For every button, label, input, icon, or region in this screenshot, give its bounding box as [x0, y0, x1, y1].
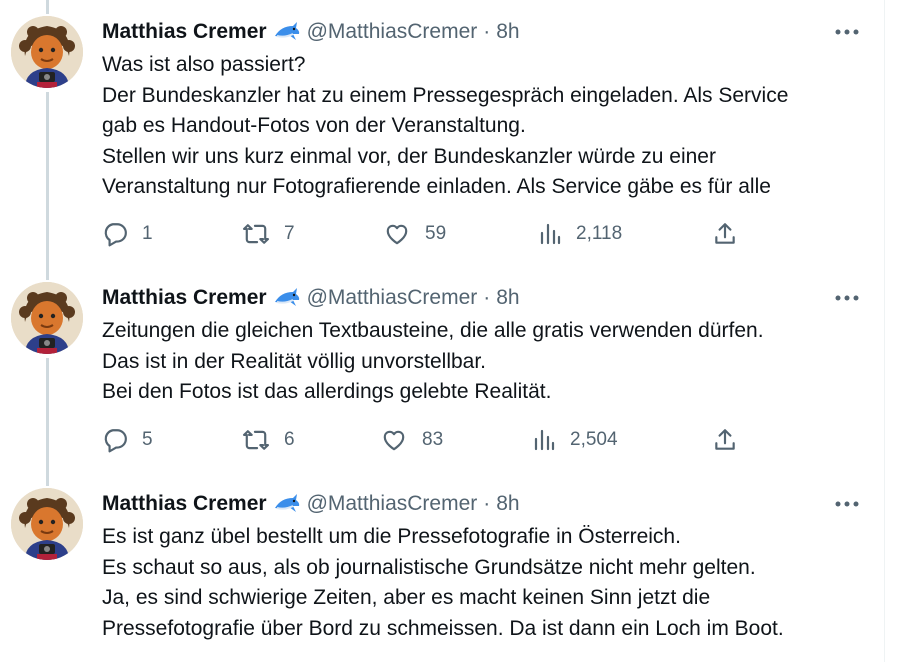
shark-emoji-icon — [273, 492, 301, 516]
retweet-icon — [242, 427, 270, 453]
view-count: 2,118 — [576, 223, 623, 244]
author-name[interactable]: Matthias Cremer — [102, 286, 267, 310]
avatar[interactable] — [11, 282, 83, 354]
view-count: 2,504 — [570, 429, 618, 450]
more-options-icon[interactable] — [832, 286, 862, 310]
avatar[interactable] — [11, 488, 83, 560]
text-line: Pressefotografie über Bord zu schmeissen… — [102, 616, 784, 640]
like-button[interactable]: 83 — [380, 425, 443, 455]
share-button[interactable] — [712, 219, 738, 249]
share-button[interactable] — [712, 425, 738, 455]
tweet-text: Es ist ganz übel bestellt um die Pressef… — [102, 522, 872, 644]
tweet-header: Matthias Cremer @MatthiasCremer · 8h — [102, 286, 520, 310]
more-options-icon[interactable] — [832, 20, 862, 44]
views-button[interactable]: 2,118 — [538, 219, 622, 249]
views-button[interactable]: 2,504 — [532, 425, 618, 455]
reply-icon — [102, 427, 128, 453]
share-icon — [712, 427, 738, 453]
column-border — [884, 0, 885, 662]
timestamp[interactable]: 8h — [496, 492, 519, 516]
tweet-text: Was ist also passiert? Der Bundeskanzler… — [102, 50, 872, 203]
text-line: Bei den Fotos ist das allerdings gelebte… — [102, 380, 552, 403]
like-button[interactable]: 59 — [383, 219, 446, 249]
views-chart-icon — [532, 427, 556, 453]
text-line: gab es Handout-Fotos von der Veranstaltu… — [102, 114, 526, 137]
retweet-count: 7 — [284, 223, 295, 244]
reply-button[interactable]: 1 — [102, 219, 153, 249]
like-count: 83 — [422, 429, 444, 450]
reply-button[interactable]: 5 — [102, 425, 153, 455]
heart-icon — [383, 221, 411, 247]
tweet-header: Matthias Cremer @MatthiasCremer · 8h — [102, 20, 520, 44]
retweet-icon — [242, 221, 270, 247]
text-line: Der Bundeskanzler hat zu einem Presseges… — [102, 83, 789, 107]
retweet-count: 6 — [284, 429, 295, 450]
text-line: Veranstaltung nur Fotografierende einlad… — [102, 175, 771, 198]
separator-dot: · — [483, 286, 491, 309]
author-handle[interactable]: @MatthiasCremer — [307, 492, 478, 516]
text-line: Es ist ganz übel bestellt um die Pressef… — [102, 525, 681, 548]
timestamp[interactable]: 8h — [496, 20, 519, 44]
avatar[interactable] — [11, 16, 83, 88]
reply-count: 5 — [142, 429, 153, 450]
text-line: Es schaut so aus, als ob journalistische… — [102, 555, 756, 579]
text-line: Was ist also passiert? — [102, 53, 306, 76]
reply-count: 1 — [142, 223, 153, 244]
text-line: Stellen wir uns kurz einmal vor, der Bun… — [102, 144, 716, 168]
timestamp[interactable]: 8h — [496, 286, 519, 310]
retweet-button[interactable]: 6 — [242, 425, 295, 455]
tweet-text: Zeitungen die gleichen Textbausteine, di… — [102, 316, 872, 408]
text-line: Ja, es sind schwierige Zeiten, aber es m… — [102, 586, 711, 609]
separator-dot: · — [483, 20, 491, 43]
retweet-button[interactable]: 7 — [242, 219, 295, 249]
like-count: 59 — [425, 223, 447, 244]
author-handle[interactable]: @MatthiasCremer — [307, 286, 478, 310]
author-handle[interactable]: @MatthiasCremer — [307, 20, 478, 44]
author-name[interactable]: Matthias Cremer — [102, 20, 267, 44]
tweet[interactable]: Matthias Cremer @MatthiasCremer · 8h Zei… — [0, 270, 884, 476]
tweet-header: Matthias Cremer @MatthiasCremer · 8h — [102, 492, 520, 516]
tweet[interactable]: Matthias Cremer @MatthiasCremer · 8h Was… — [0, 0, 884, 270]
share-icon — [712, 221, 738, 247]
shark-emoji-icon — [273, 286, 301, 310]
heart-icon — [380, 427, 408, 453]
separator-dot: · — [483, 492, 491, 515]
text-line: Das ist in der Realität völlig unvorstel… — [102, 349, 487, 373]
views-chart-icon — [538, 221, 562, 247]
shark-emoji-icon — [273, 20, 301, 44]
tweet[interactable]: Matthias Cremer @MatthiasCremer · 8h Es … — [0, 476, 884, 662]
text-line: Zeitungen die gleichen Textbausteine, di… — [102, 319, 764, 342]
more-options-icon[interactable] — [832, 492, 862, 516]
reply-icon — [102, 221, 128, 247]
author-name[interactable]: Matthias Cremer — [102, 492, 267, 516]
